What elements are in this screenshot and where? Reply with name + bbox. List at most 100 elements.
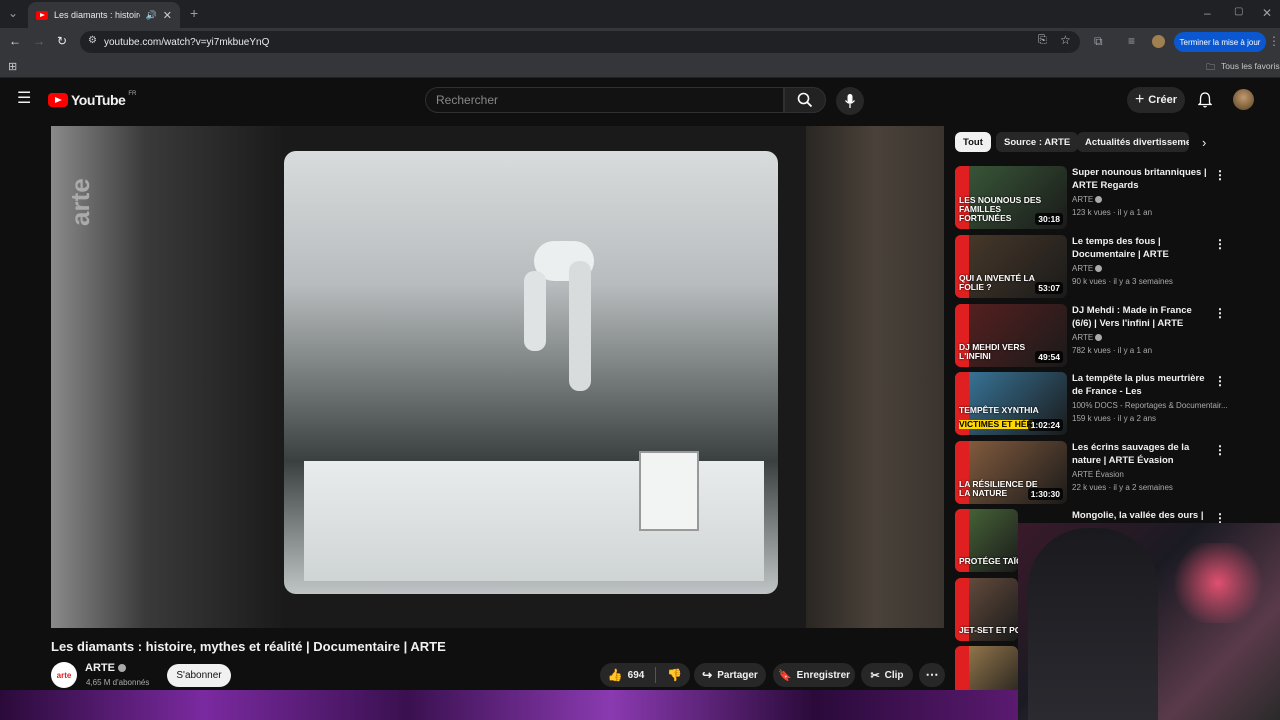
- recommendation-channel[interactable]: ARTE: [1072, 195, 1103, 204]
- video-thumbnail[interactable]: TEMPÊTE XYNTHIA VICTIMES ET HÉR 1:02:24: [955, 372, 1067, 435]
- account-avatar[interactable]: [1233, 89, 1254, 110]
- voice-search-button[interactable]: [836, 87, 864, 115]
- recommendation-channel[interactable]: 100% DOCS - Reportages & Documentair...: [1072, 401, 1228, 410]
- speaker-icon[interactable]: 🔊: [146, 10, 157, 21]
- close-window-icon[interactable]: ✕: [1262, 6, 1272, 20]
- chip-entertainment-news[interactable]: Actualités divertissement: [1077, 132, 1189, 152]
- address-bar[interactable]: ⚙ youtube.com/watch?v=yi7mkbueYnQ ⎘ ☆: [80, 31, 1080, 53]
- video-thumbnail[interactable]: JET-SET ET PORN: [955, 578, 1018, 641]
- all-bookmarks-link[interactable]: Tous les favoris: [1221, 61, 1280, 71]
- install-app-icon[interactable]: ⎘: [1038, 34, 1047, 47]
- recommendation-title[interactable]: Le temps des fous | Documentaire | ARTE: [1072, 235, 1212, 261]
- profile-avatar[interactable]: [1152, 35, 1165, 48]
- recommendation-channel[interactable]: ARTE: [1072, 333, 1103, 342]
- share-button[interactable]: ↪ Partager: [694, 663, 766, 687]
- browser-tab[interactable]: Les diamants : histoire, myth 🔊 ✕: [28, 2, 180, 28]
- video-scene-window: [284, 151, 778, 594]
- reload-icon[interactable]: ↻: [57, 34, 67, 48]
- site-settings-icon[interactable]: ⚙: [88, 35, 97, 46]
- update-button[interactable]: Terminer la mise à jour: [1174, 32, 1266, 52]
- recommendation-item[interactable]: TEMPÊTE XYNTHIA VICTIMES ET HÉR 1:02:24 La …: [955, 372, 1228, 436]
- video-thumbnail[interactable]: LA RÉSILIENCE DE LA NATURE 1:30:30: [955, 441, 1067, 504]
- subscriber-count: 4,65 M d'abonnés: [86, 678, 150, 687]
- recommendation-title[interactable]: Super nounous britanniques | ARTE Regard…: [1072, 166, 1212, 192]
- thumbnail-overlay-text: PROTÉGE TAÏGA RO: [959, 556, 1018, 566]
- video-thumbnail[interactable]: DJ MEHDI VERS L'INFINI 49:54: [955, 304, 1067, 367]
- chip-all[interactable]: Tout: [955, 132, 991, 152]
- extensions-icon[interactable]: ⧉: [1094, 34, 1103, 49]
- recommendation-item[interactable]: DJ MEHDI VERS L'INFINI 49:54 DJ Mehdi : Ma…: [955, 304, 1226, 368]
- video-duration: 1:02:24: [1027, 419, 1063, 431]
- clip-button[interactable]: ✂ Clip: [861, 663, 913, 687]
- video-duration: 49:54: [1035, 351, 1063, 363]
- webcam-person: [1028, 528, 1158, 720]
- new-tab-icon[interactable]: +: [190, 5, 198, 21]
- save-label: Enregistrer: [796, 669, 851, 681]
- region-code: FR: [128, 91, 137, 97]
- recommendation-channel[interactable]: ARTE: [1072, 264, 1103, 273]
- bookmark-star-icon[interactable]: ☆: [1060, 33, 1071, 47]
- recommendation-channel-text: 100% DOCS - Reportages & Documentair...: [1072, 401, 1228, 410]
- youtube-logo[interactable]: YouTube FR: [48, 91, 137, 108]
- minimize-icon[interactable]: –: [1204, 6, 1211, 20]
- chips-next-chevron-icon[interactable]: ›: [1202, 135, 1206, 150]
- browser-toolbar: ← → ↻ ⚙ youtube.com/watch?v=yi7mkbueYnQ …: [0, 28, 1280, 56]
- create-button[interactable]: + Créer: [1127, 87, 1185, 113]
- video-thumbnail[interactable]: PROTÉGE TAÏGA RO: [955, 509, 1018, 572]
- thumbnail-overlay-text-2: VICTIMES ET HÉR: [959, 419, 1033, 429]
- verified-icon: [117, 664, 126, 672]
- back-icon[interactable]: ←: [9, 34, 21, 48]
- apps-icon[interactable]: ⊞: [8, 60, 17, 73]
- verified-icon: [1095, 334, 1103, 342]
- video-frame-right: [806, 126, 944, 628]
- subscribe-button[interactable]: S'abonner: [167, 664, 231, 687]
- recommendation-title[interactable]: La tempête la plus meurtrière de France …: [1072, 372, 1212, 399]
- tab-search-icon[interactable]: ⌄: [8, 6, 18, 20]
- recommendation-channel-text: ARTE: [1072, 333, 1094, 342]
- thumbnail-overlay-text: TEMPÊTE XYNTHIA: [959, 405, 1039, 415]
- video-duration: 53:07: [1035, 282, 1063, 294]
- tab-close-icon[interactable]: ✕: [163, 9, 172, 22]
- browser-tab-bar: ⌄ Les diamants : histoire, myth 🔊 ✕ + – …: [0, 0, 1280, 28]
- recommendation-item[interactable]: LES NOUNOUS DES FAMILLES FORTUNÉES 30:18 S…: [955, 166, 1226, 230]
- more-options-icon[interactable]: ⋮: [1214, 168, 1226, 182]
- channel-avatar[interactable]: arte: [51, 662, 77, 688]
- url-text: youtube.com/watch?v=yi7mkbueYnQ: [104, 36, 270, 48]
- notifications-bell-icon[interactable]: [1198, 92, 1212, 108]
- share-label: Partager: [717, 669, 758, 681]
- browser-menu-icon[interactable]: ⋮: [1268, 34, 1280, 48]
- youtube-header: ☰ YouTube FR Rechercher + Créer: [0, 80, 1280, 120]
- recommendation-title[interactable]: Mongolie, la vallée des ours |: [1072, 509, 1212, 522]
- reading-list-icon[interactable]: ≡: [1128, 34, 1135, 48]
- menu-icon[interactable]: ☰: [17, 91, 31, 107]
- channel-name[interactable]: ARTE: [85, 662, 126, 674]
- video-thumbnail[interactable]: LES NOUNOUS DES FAMILLES FORTUNÉES 30:18: [955, 166, 1067, 229]
- maximize-icon[interactable]: ▢: [1234, 6, 1243, 17]
- like-dislike-group: 👍 694 👎: [600, 663, 690, 687]
- verified-icon: [1095, 196, 1103, 204]
- search-input[interactable]: Rechercher: [425, 87, 784, 113]
- more-actions-button[interactable]: ⋯: [919, 663, 945, 687]
- recommendation-item[interactable]: QUI A INVENTÉ LA FOLIE ? 53:07 Le temps de…: [955, 235, 1226, 299]
- youtube-wordmark: YouTube: [71, 92, 126, 108]
- thumbnail-overlay-text: JET-SET ET PORN: [959, 625, 1018, 635]
- clip-label: Clip: [884, 669, 904, 681]
- more-options-icon[interactable]: ⋮: [1214, 306, 1226, 320]
- folder-icon: 🗀: [1206, 62, 1216, 72]
- video-player[interactable]: arte: [51, 126, 944, 628]
- recommendation-title[interactable]: DJ Mehdi : Made in France (6/6) | Vers l…: [1072, 304, 1212, 330]
- recommendation-item[interactable]: LA RÉSILIENCE DE LA NATURE 1:30:30 Les écr…: [955, 441, 1226, 505]
- more-options-icon[interactable]: ⋮: [1214, 374, 1226, 388]
- save-button[interactable]: 🔖 Enregistrer: [773, 663, 855, 687]
- more-options-icon[interactable]: ⋮: [1214, 443, 1226, 457]
- like-count: 694: [627, 669, 645, 681]
- recommendation-title[interactable]: Les écrins sauvages de la nature | ARTE …: [1072, 441, 1212, 467]
- recommendation-channel[interactable]: ARTE Évasion: [1072, 470, 1124, 479]
- chip-source-arte[interactable]: Source : ARTE: [996, 132, 1079, 152]
- video-thumbnail[interactable]: QUI A INVENTÉ LA FOLIE ? 53:07: [955, 235, 1067, 298]
- thumbs-down-icon[interactable]: 👎: [667, 668, 682, 682]
- forward-icon[interactable]: →: [33, 34, 45, 48]
- search-button[interactable]: [784, 87, 826, 113]
- like-button[interactable]: 👍 694: [608, 668, 645, 682]
- more-options-icon[interactable]: ⋮: [1214, 237, 1226, 251]
